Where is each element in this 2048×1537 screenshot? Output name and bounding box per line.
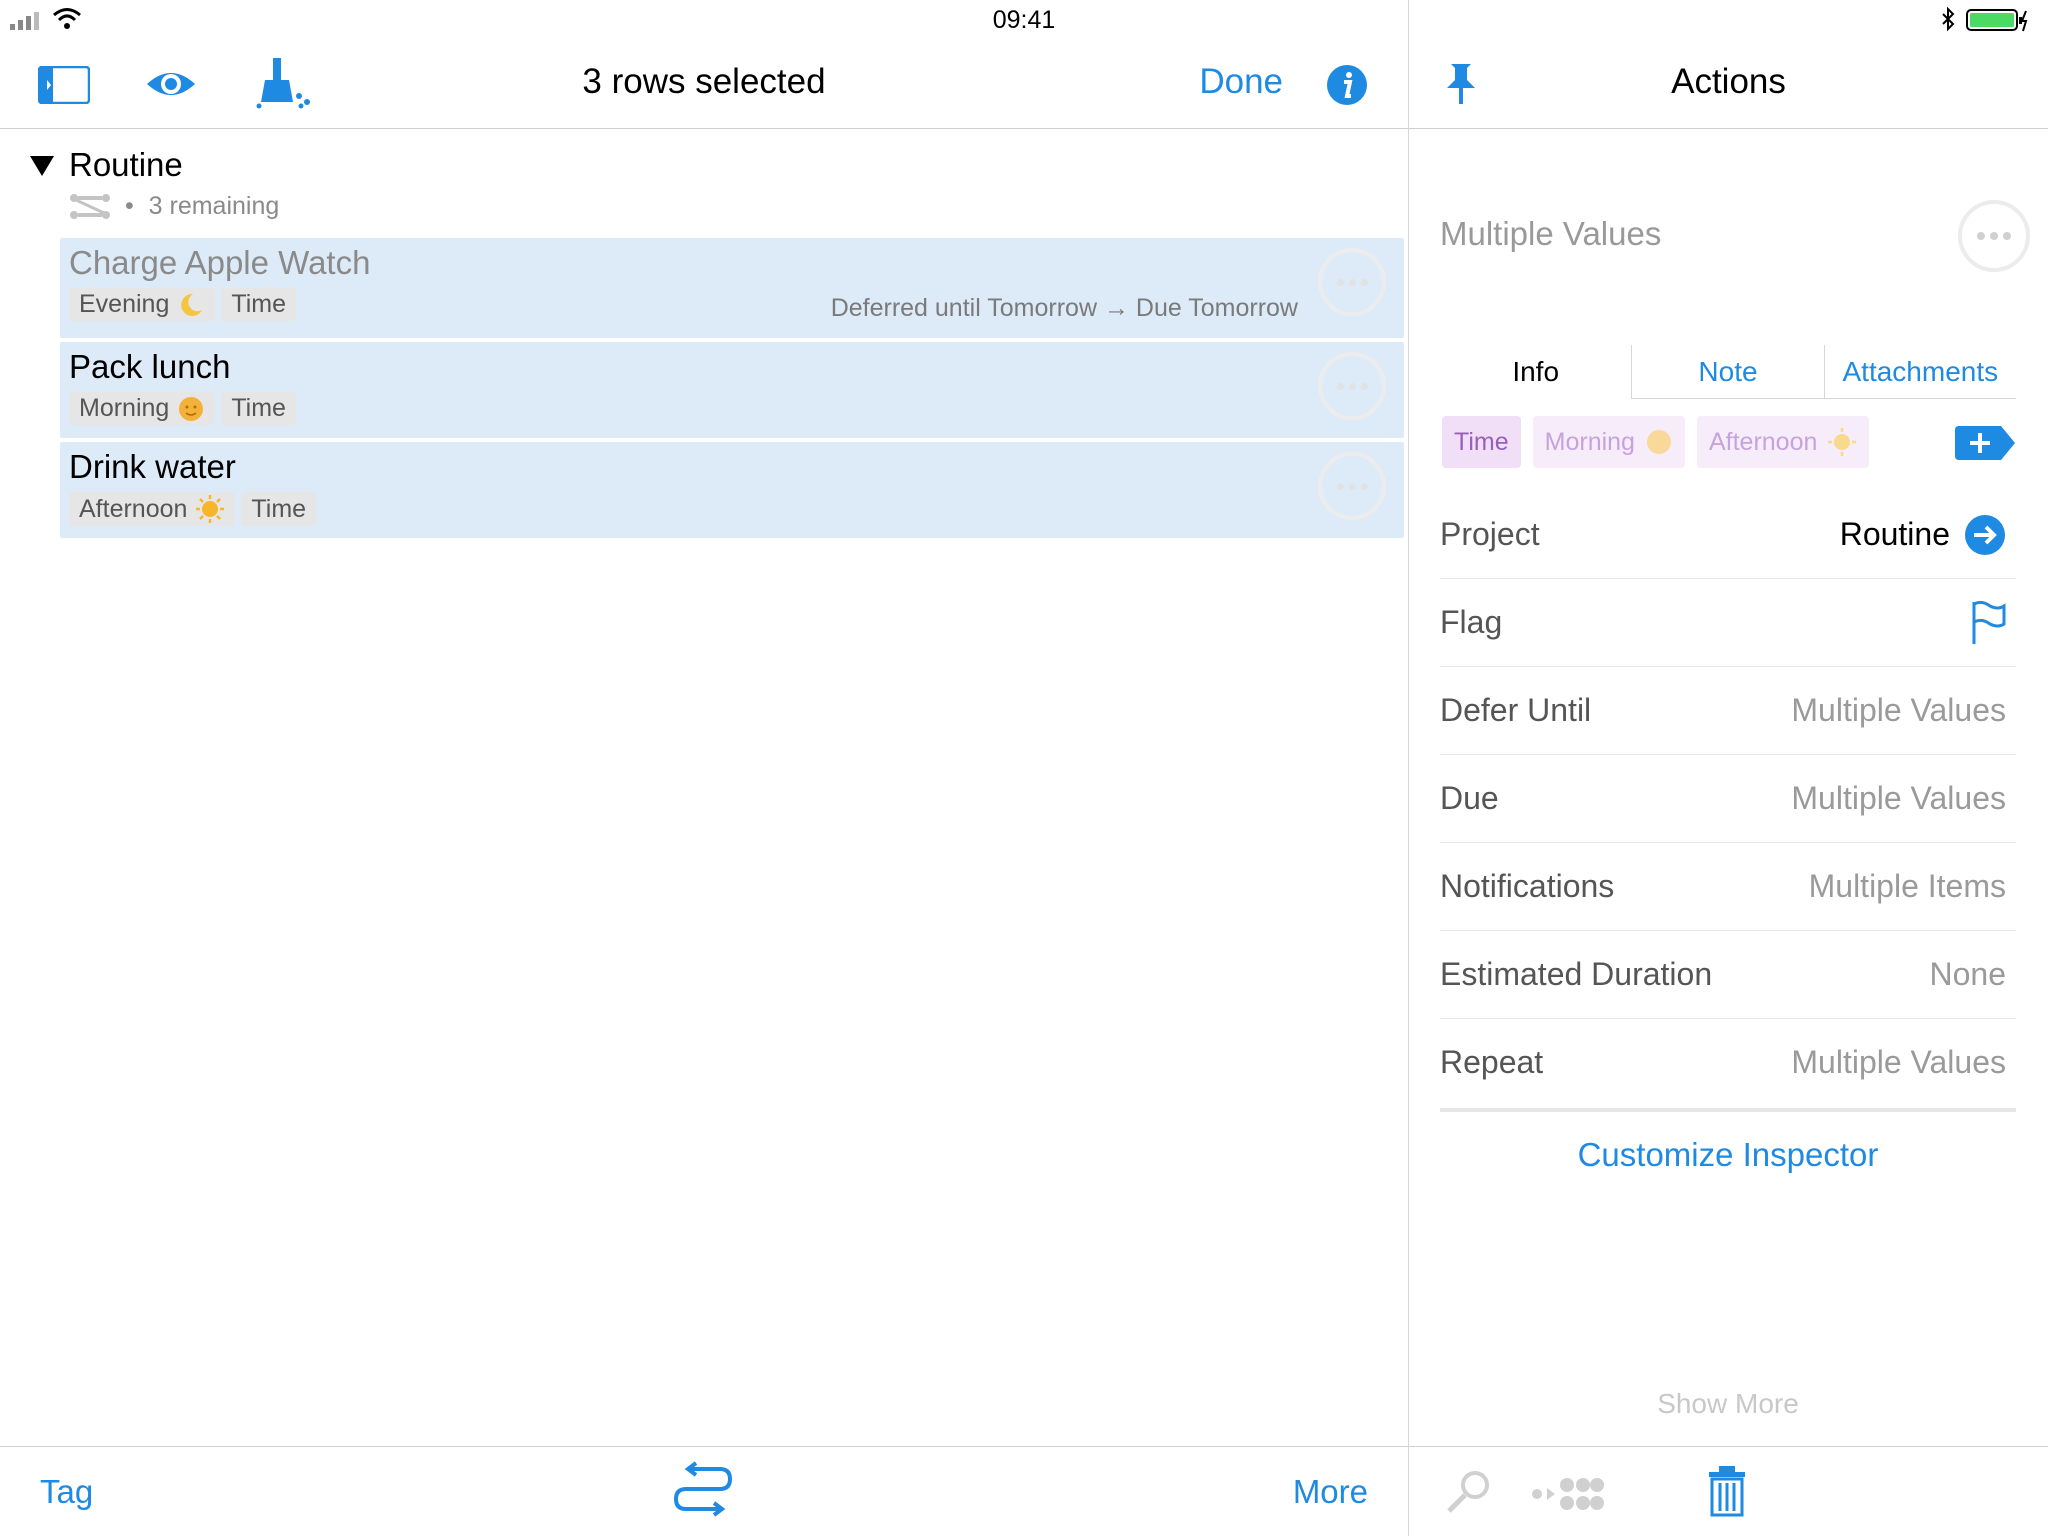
field-label: Project [1440,516,1540,552]
tab-note[interactable]: Note [1631,345,1824,399]
tag-chips: Time Morning Afternoon [1442,416,1870,468]
task-status-circle[interactable] [1318,248,1386,316]
task-row[interactable]: Charge Apple Watch Evening Time Deferred… [60,238,1404,338]
inspector-title: Actions [1671,62,1786,101]
tag-chip[interactable]: Time [221,288,296,321]
tag-cleanup-icon[interactable] [1445,1469,1495,1517]
add-tag-button[interactable] [1955,426,2015,460]
field-estimated-duration[interactable]: Estimated Duration None [1440,930,2016,1019]
field-value: Multiple Values [1791,780,2006,816]
pane-divider [1408,0,1409,1536]
disclosure-triangle-icon[interactable] [30,156,54,176]
task-row[interactable]: Pack lunch Morning Time [60,342,1404,438]
sun-face-icon [179,396,204,421]
move-icon[interactable] [672,1461,734,1523]
field-flag[interactable]: Flag [1440,578,2016,667]
task-status-circle[interactable] [1318,452,1386,520]
field-value: Routine [1839,516,1950,552]
done-button[interactable]: Done [1199,62,1283,102]
tag-chip[interactable]: Morning [69,392,216,425]
sun-icon [196,495,225,523]
more-button[interactable]: More [1293,1473,1368,1511]
field-due[interactable]: Due Multiple Values [1440,754,2016,843]
moon-icon [181,293,203,316]
group-icon[interactable] [1531,1473,1605,1515]
field-label: Flag [1440,604,1503,640]
info-icon[interactable] [1326,64,1368,106]
status-bar: 09:41 [0,0,2048,40]
sun-icon [1828,428,1857,456]
task-row[interactable]: Drink water Afternoon Time [60,442,1404,538]
tag-chip[interactable]: Evening [69,288,216,321]
inspector-tabs: Info Note Attachments [1440,345,2016,399]
task-status-circle[interactable] [1318,352,1386,420]
task-title: Pack lunch [69,348,231,385]
tab-info[interactable]: Info [1440,345,1631,399]
task-status: Deferred until Tomorrow → Due Tomorrow [830,294,1298,322]
field-label: Estimated Duration [1440,956,1713,992]
status-time: 09:41 [992,6,1056,34]
field-repeat[interactable]: Repeat Multiple Values [1440,1018,2016,1106]
field-label: Repeat [1440,1044,1544,1080]
trash-icon[interactable] [1707,1465,1747,1517]
tab-attachments[interactable]: Attachments [1823,345,2016,399]
sun-face-icon [1646,430,1671,454]
section-divider [1440,1108,2016,1112]
inspector-navbar: Actions [1409,40,2048,129]
field-notifications[interactable]: Notifications Multiple Items [1440,842,2016,931]
selection-title: 3 rows selected [582,62,826,101]
inspector-status-circle[interactable] [1958,200,2030,272]
tag-chip-afternoon[interactable]: Afternoon [1696,416,1870,468]
tag-button[interactable]: Tag [40,1473,93,1511]
field-label: Notifications [1440,868,1615,904]
tag-chip[interactable]: Afternoon [69,492,236,526]
tag-chip-morning[interactable]: Morning [1532,416,1685,468]
show-more-button[interactable]: Show More [1440,1388,2016,1420]
task-title: Charge Apple Watch [69,244,371,281]
battery-icon [1966,9,2028,32]
remaining-count: 3 remaining [148,192,280,220]
field-defer-until[interactable]: Defer Until Multiple Values [1440,666,2016,755]
tag-chip[interactable]: Time [241,492,317,526]
project-meta: • 3 remaining [70,192,279,221]
field-value: Multiple Values [1791,1044,2006,1080]
field-label: Due [1440,780,1499,816]
flag-icon[interactable] [1970,600,2006,646]
tag-chip[interactable]: Time [221,392,296,425]
task-title: Drink water [69,448,236,485]
outline-navbar: 3 rows selected Done [0,40,1408,129]
outline-toolbar: Tag More [0,1446,1408,1537]
field-value: Multiple Values [1791,692,2006,728]
inspector-header: Multiple Values [1440,215,1662,252]
field-project[interactable]: Project Routine [1440,490,2016,579]
inspector-toolbar [1409,1446,2048,1537]
project-title: Routine [69,146,183,183]
field-value: Multiple Items [1808,868,2006,904]
tag-chip-time[interactable]: Time [1442,416,1521,468]
arrow-right-circle-icon[interactable] [1964,514,2006,556]
bluetooth-icon [1942,6,1955,32]
field-label: Defer Until [1440,692,1592,728]
field-value: None [1929,956,2007,992]
sequential-icon [70,194,110,220]
customize-inspector-button[interactable]: Customize Inspector [1440,1136,2016,1174]
